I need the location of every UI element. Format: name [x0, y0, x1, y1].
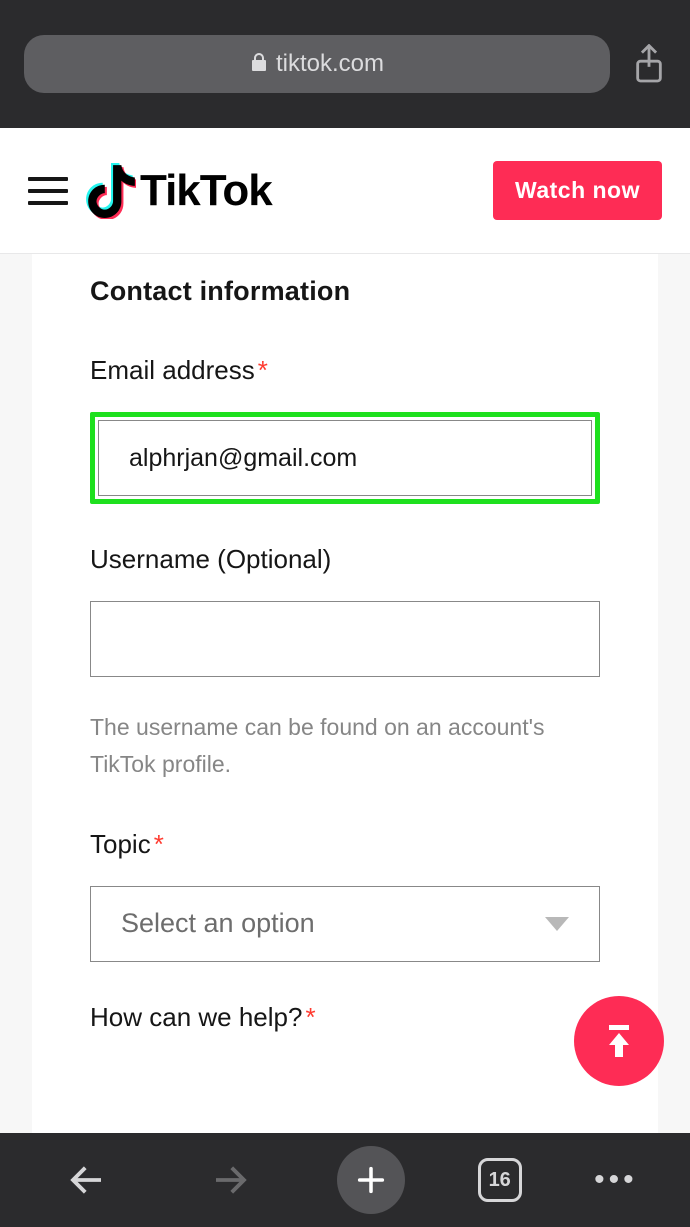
topic-label: Topic*: [90, 829, 600, 860]
section-title: Contact information: [90, 276, 600, 307]
arrow-left-icon: [66, 1159, 108, 1201]
url-host: tiktok.com: [276, 50, 384, 78]
url-bar[interactable]: tiktok.com: [24, 35, 610, 93]
form-card: Contact information Email address* Usern…: [32, 254, 658, 1134]
content-area: Contact information Email address* Usern…: [0, 254, 690, 1134]
required-asterisk: *: [258, 355, 268, 385]
username-field-group: Username (Optional): [90, 544, 600, 677]
email-input[interactable]: [98, 420, 592, 496]
tabs-count: 16: [489, 1169, 511, 1192]
watch-now-button[interactable]: Watch now: [493, 161, 662, 220]
browser-bottom-bar: 16 •••: [0, 1133, 690, 1227]
required-asterisk: *: [305, 1002, 315, 1032]
topic-select[interactable]: Select an option: [90, 886, 600, 962]
email-highlight-box: [90, 412, 600, 504]
tiktok-note-icon: [86, 163, 136, 219]
dots-icon: •••: [594, 1163, 638, 1196]
plus-icon: [354, 1163, 388, 1197]
new-tab-button[interactable]: [337, 1146, 405, 1214]
tabs-button[interactable]: 16: [478, 1158, 522, 1202]
help-label: How can we help?*: [90, 1002, 600, 1033]
arrow-top-icon: [599, 1019, 639, 1063]
forward-button[interactable]: [195, 1145, 265, 1215]
email-field-group: Email address*: [90, 355, 600, 504]
scroll-top-fab[interactable]: [574, 996, 664, 1086]
chevron-down-icon: [545, 917, 569, 931]
arrow-right-icon: [209, 1159, 251, 1201]
required-asterisk: *: [154, 829, 164, 859]
back-button[interactable]: [52, 1145, 122, 1215]
help-field-group: How can we help?*: [90, 1002, 600, 1033]
username-input[interactable]: [90, 601, 600, 677]
tiktok-wordmark: TikTok: [140, 166, 272, 216]
share-icon[interactable]: [632, 44, 666, 84]
topic-field-group: Topic* Select an option: [90, 829, 600, 962]
username-hint: The username can be found on an account'…: [90, 709, 600, 783]
lock-icon: [250, 52, 268, 77]
hamburger-icon[interactable]: [28, 169, 68, 213]
tiktok-logo[interactable]: TikTok: [86, 163, 272, 219]
more-button[interactable]: •••: [594, 1163, 638, 1197]
topic-placeholder: Select an option: [121, 908, 315, 939]
username-label: Username (Optional): [90, 544, 600, 575]
browser-top-bar: tiktok.com: [0, 0, 690, 128]
email-label: Email address*: [90, 355, 600, 386]
app-header: TikTok Watch now: [0, 128, 690, 254]
